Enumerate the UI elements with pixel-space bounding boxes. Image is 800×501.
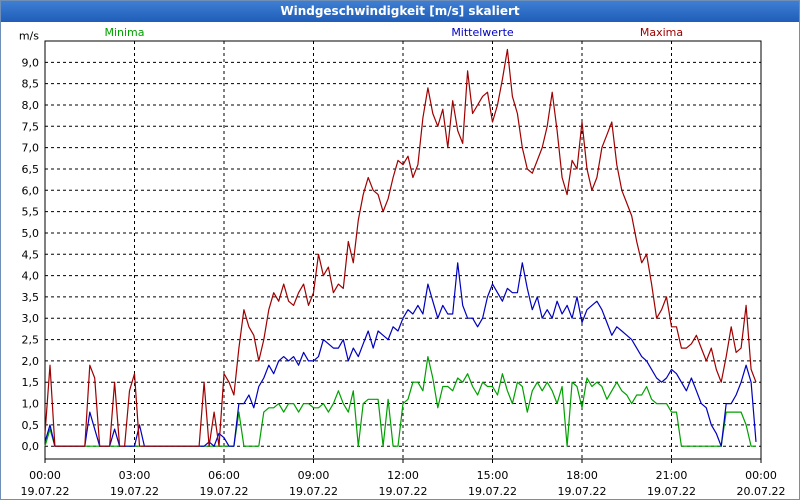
legend-label-maxima: Maxima [640,26,683,39]
x-tick-date: 19.07.22 [289,485,338,498]
y-tick-label: 1,5 [22,376,40,389]
y-tick-label: 0,0 [22,440,40,453]
y-tick-label: 4,0 [22,270,40,283]
x-tick-date: 19.07.22 [558,485,607,498]
legend-label-mittelwerte: Mittelwerte [451,26,514,39]
x-tick-date: 20.07.22 [737,485,786,498]
x-tick-time: 21:00 [656,469,688,482]
x-tick-date: 19.07.22 [647,485,696,498]
x-tick-time: 06:00 [208,469,240,482]
legend-label-minima: Minima [104,26,144,39]
x-tick-date: 19.07.22 [21,485,70,498]
chart-window: Windgeschwindigkeit [m/s] skaliert 0,0 0,… [0,0,800,500]
x-tick-time: 18:00 [566,469,598,482]
y-tick-label: 1,0 [22,398,40,411]
x-tick-date: 19.07.22 [379,485,428,498]
y-tick-label: 3,0 [22,312,40,325]
y-tick-label: 4,5 [22,248,40,261]
x-tick-time: 03:00 [119,469,151,482]
x-tick-date: 19.07.22 [468,485,517,498]
x-tick-date: 19.07.22 [200,485,249,498]
x-tick-date: 19.07.22 [110,485,159,498]
x-tick-time: 00:00 [29,469,61,482]
y-tick-label: 5,0 [22,227,40,240]
wind-speed-chart: 0,0 0,5 1,0 1,5 2,0 2,5 3,0 3,5 4,0 4,5 5,0 5,5 6,0 6… [19,26,786,498]
y-axis-label: m/s [19,29,39,42]
y-tick-label: 7,0 [22,142,40,155]
x-tick-time: 15:00 [477,469,509,482]
y-tick-label: 6,5 [22,163,40,176]
y-tick-label: 9,0 [22,56,40,69]
y-tick-label: 8,0 [22,99,40,112]
y-tick-label: 0,5 [22,419,40,432]
x-tick-time: 12:00 [387,469,419,482]
x-tick-time: 00:00 [745,469,777,482]
y-tick-label: 7,5 [22,120,40,133]
y-tick-label: 8,5 [22,78,40,91]
x-tick-time: 09:00 [298,469,330,482]
y-tick-label: 3,5 [22,291,40,304]
y-tick-label: 2,0 [22,355,40,368]
y-tick-label: 2,5 [22,334,40,347]
y-tick-label: 6,0 [22,184,40,197]
y-tick-label: 5,5 [22,206,40,219]
